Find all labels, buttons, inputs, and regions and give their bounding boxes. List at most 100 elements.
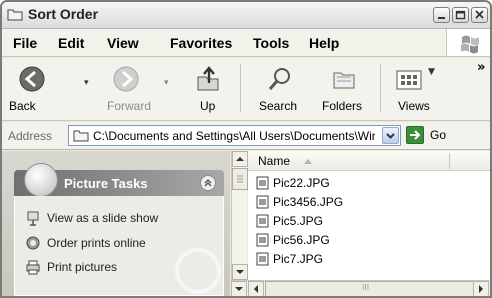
- horizontal-scroll-thumb[interactable]: III: [265, 281, 475, 296]
- scroll-right-button[interactable]: [473, 281, 489, 296]
- arrow-right-icon: [479, 285, 483, 293]
- folders-icon: [333, 72, 355, 89]
- window-title: Sort Order: [28, 6, 99, 22]
- scroll-down-button[interactable]: [232, 264, 248, 280]
- image-file-icon: [256, 233, 269, 247]
- address-label: Address: [8, 129, 53, 143]
- menu-edit[interactable]: Edit: [58, 35, 84, 51]
- maximize-icon: [455, 10, 466, 20]
- task-order-prints-label: Order prints online: [47, 236, 146, 250]
- scroll-left-button[interactable]: [248, 281, 264, 296]
- scroll-down-button[interactable]: [231, 281, 247, 296]
- picture-tasks-body: View as a slide show Order prints online…: [14, 196, 224, 296]
- toolbar-separator: [380, 64, 381, 112]
- forward-dropdown-icon[interactable]: ▾: [164, 78, 169, 88]
- file-item[interactable]: Pic22.JPG: [256, 174, 376, 192]
- search-label: Search: [259, 99, 298, 113]
- menu-view[interactable]: View: [107, 35, 139, 51]
- arrow-left-icon: [254, 285, 258, 293]
- file-name: Pic7.JPG: [273, 252, 324, 266]
- up-label: Up: [200, 99, 216, 113]
- folders-label: Folders: [322, 99, 363, 113]
- image-file-icon: [256, 176, 269, 190]
- go-arrow-icon: [406, 126, 424, 144]
- horizontal-scrollbar[interactable]: III: [231, 280, 490, 296]
- file-name: Pic3456.JPG: [273, 195, 344, 209]
- address-bar: Address C:\Documents and Settings\All Us…: [2, 122, 490, 150]
- collapse-button[interactable]: [200, 175, 216, 191]
- slideshow-icon: [27, 211, 39, 226]
- arrow-down-icon: [235, 287, 243, 291]
- standard-toolbar: Back ▾ Forward ▾ Up Search Folders Views…: [2, 58, 490, 121]
- printer-icon: [26, 260, 40, 275]
- arrow-up-icon: [236, 157, 244, 161]
- file-name: Pic5.JPG: [273, 214, 324, 228]
- toolbar-overflow-chevron[interactable]: »: [477, 60, 485, 75]
- picture-tasks-emblem-icon: [24, 163, 58, 197]
- close-icon: [475, 10, 484, 19]
- forward-arrow-icon: [113, 66, 139, 92]
- file-name: Pic56.JPG: [273, 233, 330, 247]
- file-item[interactable]: Pic7.JPG: [256, 250, 376, 268]
- menu-tools[interactable]: Tools: [253, 35, 289, 51]
- views-label: Views: [398, 99, 430, 113]
- grip-icon: [237, 175, 243, 183]
- watermark-decoration: [175, 248, 221, 294]
- up-folder-icon: [197, 66, 219, 91]
- globe-icon: [26, 236, 40, 250]
- menu-bar: File Edit View Favorites Tools Help: [2, 29, 490, 57]
- back-button[interactable]: Back: [6, 58, 56, 118]
- search-icon: [268, 68, 290, 90]
- task-slideshow[interactable]: View as a slide show: [25, 209, 175, 227]
- task-order-prints[interactable]: Order prints online: [25, 234, 175, 252]
- up-button[interactable]: Up: [188, 58, 228, 118]
- address-dropdown-button[interactable]: [382, 127, 399, 144]
- views-grid-icon: [396, 70, 422, 90]
- go-button[interactable]: Go: [406, 126, 461, 146]
- tasks-vertical-scrollbar[interactable]: [231, 151, 248, 280]
- folder-icon: [7, 9, 23, 21]
- explorer-window: Sort Order File Edit View Favorites Tool…: [0, 0, 492, 298]
- menu-file[interactable]: File: [13, 35, 37, 51]
- task-slideshow-label: View as a slide show: [47, 211, 159, 225]
- scroll-up-button[interactable]: [232, 151, 248, 167]
- search-button[interactable]: Search: [254, 58, 304, 118]
- column-divider[interactable]: [449, 153, 450, 169]
- back-label: Back: [9, 99, 36, 113]
- column-name-label: Name: [258, 154, 291, 168]
- address-text: C:\Documents and Settings\All Users\Docu…: [93, 129, 375, 143]
- back-arrow-icon: [19, 66, 45, 92]
- minimize-icon: [438, 17, 445, 19]
- windows-logo: [446, 29, 490, 56]
- back-dropdown-icon[interactable]: ▾: [84, 78, 89, 88]
- views-dropdown-icon[interactable]: ▼: [428, 67, 435, 77]
- task-print-pictures[interactable]: Print pictures: [25, 258, 175, 276]
- file-list: Name Pic22.JPG Pic3456.JPG Pic5.JPG Pic5…: [248, 151, 490, 280]
- sort-ascending-icon: [304, 159, 312, 164]
- close-button[interactable]: [471, 7, 488, 23]
- chevron-down-icon: [386, 133, 395, 139]
- chevron-up-double-icon: [204, 179, 212, 187]
- file-item[interactable]: Pic5.JPG: [256, 212, 376, 230]
- tasks-pane: Picture Tasks View as a slide show Order…: [2, 151, 230, 296]
- file-item[interactable]: Pic3456.JPG: [256, 193, 376, 211]
- title-bar[interactable]: Sort Order: [2, 2, 490, 29]
- image-file-icon: [256, 214, 269, 228]
- grip-icon: III: [362, 283, 370, 292]
- address-input[interactable]: C:\Documents and Settings\All Users\Docu…: [68, 125, 401, 146]
- forward-button[interactable]: Forward: [98, 58, 158, 118]
- menu-favorites[interactable]: Favorites: [170, 35, 232, 51]
- picture-tasks-title: Picture Tasks: [64, 176, 148, 191]
- forward-label: Forward: [107, 99, 152, 113]
- go-label: Go: [430, 128, 447, 142]
- column-header-name[interactable]: Name: [248, 151, 490, 171]
- minimize-button[interactable]: [433, 7, 450, 23]
- scroll-thumb[interactable]: [232, 168, 248, 190]
- windows-flag-icon: [461, 35, 479, 54]
- file-item[interactable]: Pic56.JPG: [256, 231, 376, 249]
- maximize-button[interactable]: [452, 7, 469, 23]
- folders-button[interactable]: Folders: [314, 58, 372, 118]
- menu-help[interactable]: Help: [309, 35, 339, 51]
- arrow-down-icon: [236, 270, 244, 274]
- toolbar-separator: [240, 64, 241, 112]
